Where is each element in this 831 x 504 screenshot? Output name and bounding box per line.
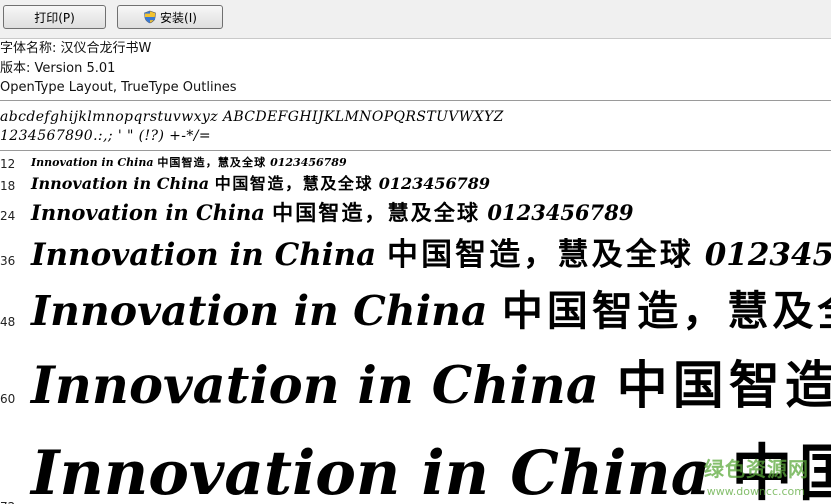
- sample-line-36: Innovation in China 中国智造，慧及全球 0123456789: [31, 230, 831, 280]
- sample-line-12: Innovation in China 中国智造，慧及全球 0123456789: [31, 154, 347, 172]
- sample-latin: Innovation in China: [31, 200, 265, 225]
- size-label: 72: [0, 500, 15, 504]
- sample-cjk: 中国智造，慧及全球: [157, 156, 267, 169]
- install-button-label: 安装(I): [160, 10, 197, 25]
- sample-line-18: Innovation in China 中国智造，慧及全球 0123456789: [31, 171, 490, 197]
- sample-line-60: Innovation in China 中国智造，慧及全球 0123456789: [31, 344, 831, 428]
- sample-line-24: Innovation in China 中国智造，慧及全球 0123456789: [31, 196, 634, 230]
- size-label: 12: [0, 157, 16, 171]
- sample-digits: 0123456789: [704, 237, 831, 273]
- size-label: 60: [0, 392, 16, 406]
- sample-latin: Innovation in China: [31, 438, 711, 504]
- shield-icon: [143, 10, 157, 24]
- info-separator: [0, 100, 831, 101]
- sample-digits: 0123456789: [487, 200, 634, 225]
- font-type-line: OpenType Layout, TrueType Outlines: [0, 80, 237, 95]
- print-button-label: 打印(P): [34, 10, 75, 25]
- sample-latin: Innovation in China: [31, 356, 599, 416]
- sample-line-48: Innovation in China 中国智造，慧及全球 0123456789: [31, 278, 831, 344]
- font-name-line: 字体名称: 汉仪合龙行书W: [0, 41, 152, 56]
- sample-latin: Innovation in China: [31, 237, 377, 273]
- sample-latin: Innovation in China: [31, 287, 488, 335]
- toolbar: 打印(P) 安装(I): [0, 0, 831, 39]
- size-label: 18: [0, 179, 16, 193]
- font-version-line: 版本: Version 5.01: [0, 61, 116, 76]
- sample-digits: 0123456789: [378, 174, 491, 193]
- sample-latin: Innovation in China: [31, 156, 154, 169]
- sample-cjk: 中国智造，慧及全球: [501, 287, 831, 335]
- sample-digits: 0123456789: [270, 156, 347, 169]
- sample-cjk: 中国智造，慧及全球: [616, 356, 831, 416]
- charset-digits: 1234567890.:,; ' " (!?) +-*/=: [0, 128, 212, 144]
- sample-latin: Innovation in China: [31, 174, 210, 193]
- size-label: 48: [0, 315, 16, 329]
- watermark-url: www.downcc.com: [706, 485, 805, 498]
- print-button[interactable]: 打印(P): [3, 5, 106, 29]
- size-label: 36: [0, 254, 16, 268]
- sample-cjk: 中国智造，慧及全球: [214, 174, 374, 193]
- size-label: 24: [0, 209, 16, 223]
- sample-cjk: 中国智造，慧及全球: [272, 200, 481, 225]
- charset-letters: abcdefghijklmnopqrstuvwxyz ABCDEFGHIJKLM…: [0, 109, 504, 125]
- sample-cjk: 中国智造，慧及全球: [386, 237, 694, 273]
- watermark-logo-text: 绿色资源网: [704, 457, 809, 481]
- install-button[interactable]: 安装(I): [117, 5, 223, 29]
- charset-separator: [0, 150, 831, 151]
